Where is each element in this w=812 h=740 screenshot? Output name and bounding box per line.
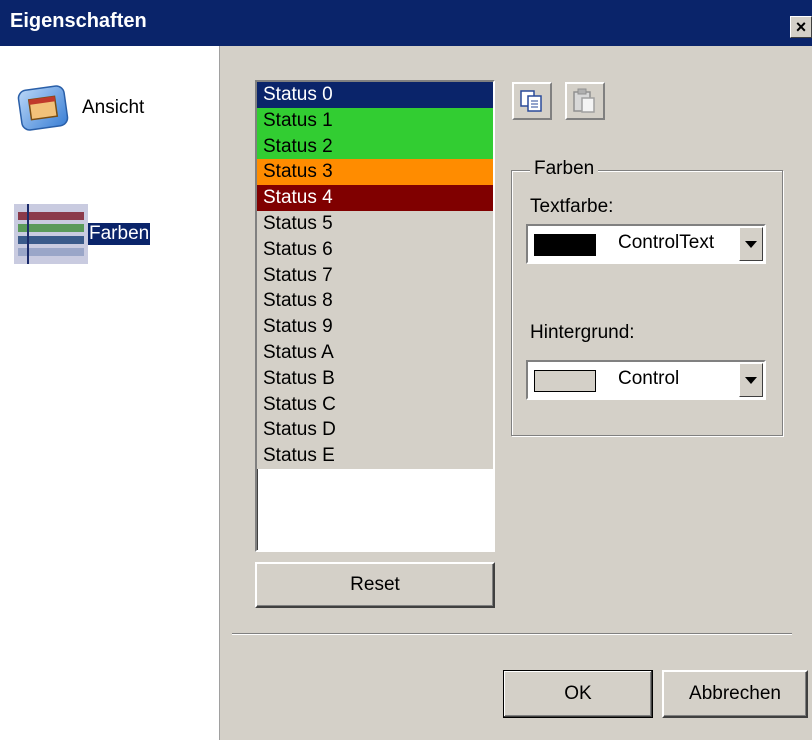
text-color-combobox[interactable]: ControlText (526, 224, 766, 264)
paste-button[interactable] (565, 82, 605, 120)
text-color-dropdown-button[interactable] (739, 227, 763, 261)
copy-icon (520, 90, 542, 112)
nav-label-ansicht: Ansicht (82, 97, 145, 118)
status-list-item[interactable]: Status 8 (257, 288, 493, 315)
close-icon: × (795, 17, 807, 37)
status-list-item[interactable]: Status 5 (257, 210, 493, 237)
cancel-button-label: Abbrechen (689, 683, 781, 704)
copy-button[interactable] (512, 82, 552, 120)
window-title: Eigenschaften (10, 10, 147, 32)
text-color-value: ControlText (618, 232, 715, 253)
chevron-down-icon (745, 240, 757, 248)
nav-item-farben[interactable]: Farben (14, 204, 152, 264)
status-list-item[interactable]: Status 2 (257, 133, 493, 160)
status-list-item[interactable]: Status A (257, 339, 493, 366)
text-color-label: Textfarbe: (530, 196, 614, 217)
status-list-item[interactable]: Status 7 (257, 262, 493, 289)
status-list-item[interactable]: Status 4 (257, 185, 493, 211)
nav-label-farben: Farben (86, 222, 152, 246)
status-list-item[interactable]: Status D (257, 417, 493, 444)
status-list-item[interactable]: Status 0 (257, 82, 493, 108)
background-label: Hintergrund: (530, 322, 635, 343)
status-list-item[interactable]: Status B (257, 365, 493, 392)
ok-button[interactable]: OK (503, 670, 653, 718)
status-list-item[interactable]: Status 1 (257, 107, 493, 134)
separator (232, 633, 792, 635)
status-list-item[interactable]: Status E (257, 443, 493, 469)
paste-icon (573, 88, 595, 113)
chevron-down-icon (745, 376, 757, 384)
window-icon (16, 80, 72, 136)
text-color-swatch (534, 234, 596, 256)
background-color-swatch (534, 370, 596, 392)
background-color-value: Control (618, 368, 680, 389)
reset-button[interactable]: Reset (255, 562, 495, 608)
status-list-item[interactable]: Status 3 (257, 159, 493, 186)
close-button[interactable]: × (790, 16, 812, 38)
status-list-item[interactable]: Status C (257, 391, 493, 418)
status-list-item[interactable]: Status 9 (257, 314, 493, 340)
reset-button-label: Reset (350, 574, 400, 595)
nav-item-ansicht[interactable]: Ansicht (16, 80, 144, 136)
navigation-pane: Ansicht Farben (0, 46, 220, 740)
status-list-item[interactable]: Status 6 (257, 236, 493, 263)
background-color-combobox[interactable]: Control (526, 360, 766, 400)
background-color-dropdown-button[interactable] (739, 363, 763, 397)
status-listbox[interactable]: Status 0 Status 1 Status 2 Status 3 Status 4… (255, 80, 495, 552)
title-bar[interactable]: Eigenschaften × (0, 0, 812, 46)
color-bars-icon (14, 204, 88, 264)
ok-button-label: OK (564, 683, 592, 704)
colors-group-legend: Farben (530, 158, 599, 180)
cancel-button[interactable]: Abbrechen (662, 670, 808, 718)
